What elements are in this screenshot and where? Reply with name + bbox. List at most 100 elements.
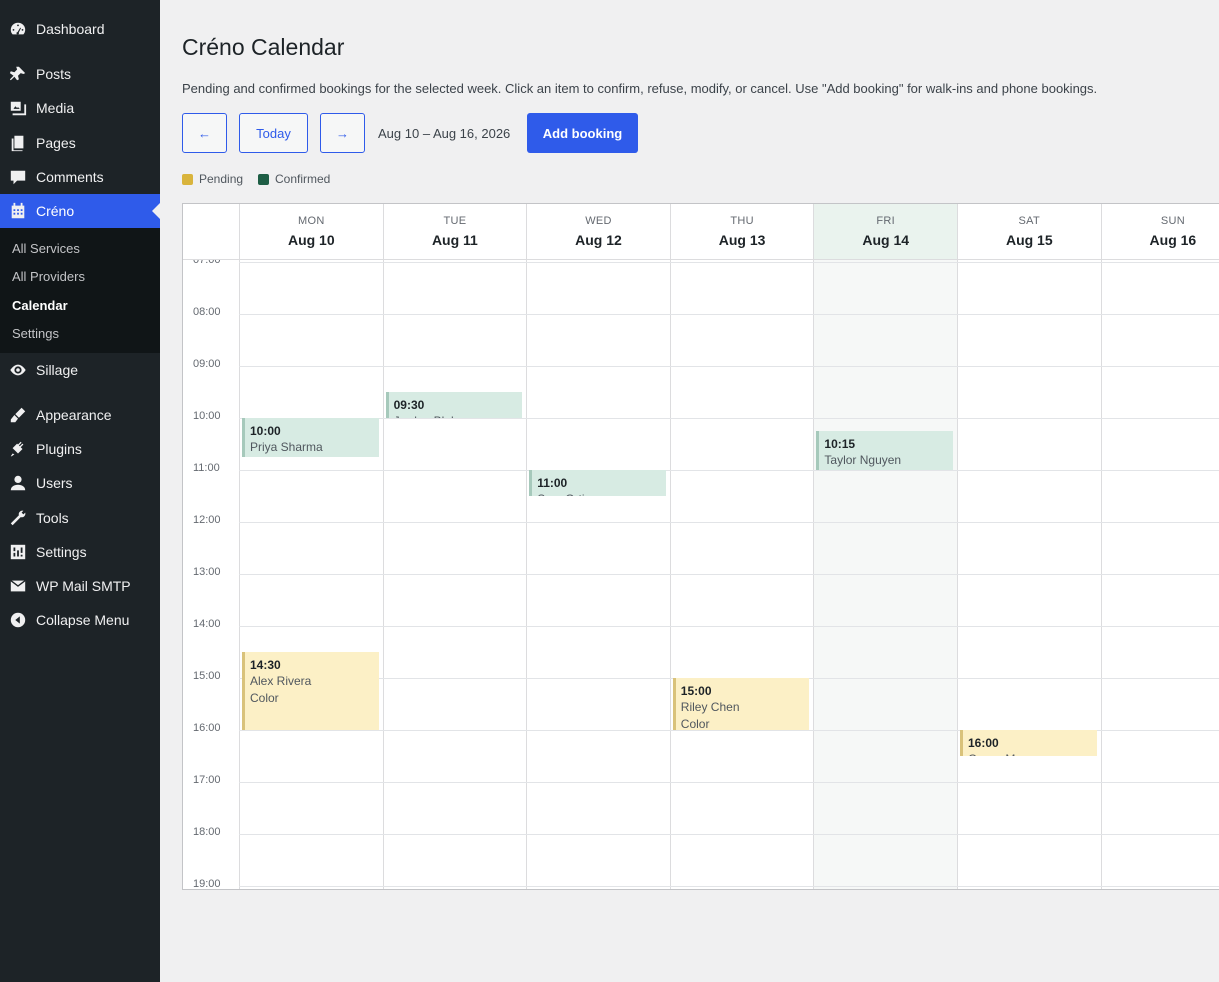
menu-item-posts[interactable]: Posts bbox=[0, 57, 160, 91]
menu-item-wp-mail-smtp[interactable]: WP Mail SMTP bbox=[0, 569, 160, 603]
time-label: 08:00 bbox=[193, 306, 221, 318]
legend-pending: Pending bbox=[182, 172, 243, 186]
menu-item-creno[interactable]: Créno bbox=[0, 194, 160, 228]
booking-client: Jordan Blake bbox=[394, 413, 523, 418]
day-column-thu[interactable] bbox=[669, 260, 814, 889]
settings-icon bbox=[8, 542, 28, 562]
time-label: 11:00 bbox=[193, 462, 220, 474]
hour-gridline bbox=[239, 574, 1219, 575]
day-date: Aug 10 bbox=[287, 232, 335, 248]
booking-pending[interactable]: 14:30 Alex Rivera Color bbox=[242, 652, 379, 730]
menu-label: Appearance bbox=[36, 407, 112, 423]
submenu-all-providers[interactable]: All Providers bbox=[12, 269, 85, 284]
booking-pending[interactable]: 15:00 Riley Chen Color bbox=[672, 678, 810, 730]
menu-label: Créno bbox=[36, 203, 75, 219]
hour-gridline bbox=[239, 886, 1219, 887]
hour-gridline bbox=[239, 626, 1219, 627]
time-label: 09:00 bbox=[193, 358, 221, 370]
hour-gridline bbox=[239, 366, 1219, 367]
legend-pending-label: Pending bbox=[199, 172, 244, 186]
menu-item-plugins[interactable]: Plugins bbox=[0, 432, 160, 466]
menu-label: Sillage bbox=[36, 362, 79, 378]
pages-icon bbox=[8, 133, 28, 153]
hour-gridline bbox=[239, 522, 1219, 523]
eye-icon bbox=[8, 360, 28, 380]
menu-label: Comments bbox=[36, 169, 104, 185]
legend-confirmed: Confirmed bbox=[258, 172, 330, 186]
day-date: Aug 14 bbox=[862, 232, 910, 248]
menu-label: Plugins bbox=[36, 441, 82, 457]
booking-client: Riley Chen bbox=[680, 700, 740, 714]
day-of-week: MON bbox=[298, 215, 325, 227]
hour-gridline bbox=[239, 834, 1219, 835]
day-date: Aug 13 bbox=[718, 232, 766, 248]
menu-item-media[interactable]: Media bbox=[0, 91, 160, 125]
day-of-week: SAT bbox=[1018, 215, 1041, 227]
menu-label: WP Mail SMTP bbox=[36, 578, 131, 594]
menu-label: Collapse Menu bbox=[36, 612, 130, 628]
today-button[interactable]: Today bbox=[239, 113, 308, 153]
booking-confirmed[interactable]: 10:15 Taylor Nguyen bbox=[816, 431, 953, 470]
menu-label: Settings bbox=[36, 544, 87, 560]
booking-pending[interactable]: 16:00Casey Moore bbox=[960, 730, 1097, 756]
submenu-calendar[interactable]: Calendar bbox=[12, 298, 68, 313]
submenu-settings[interactable]: Settings bbox=[12, 326, 59, 341]
time-label: 19:00 bbox=[193, 878, 221, 890]
day-of-week: THU bbox=[730, 215, 754, 227]
week-calendar: 07:00 08:00 09:00 10:00 11:00 12:00 13:00 14:00… bbox=[182, 203, 1219, 890]
menu-item-tools[interactable]: Tools bbox=[0, 501, 160, 535]
pin-icon bbox=[8, 64, 28, 84]
booking-confirmed[interactable]: 09:30Jordan Blake bbox=[385, 392, 523, 418]
menu-item-comments[interactable]: Comments bbox=[0, 160, 160, 194]
booking-time: 10:00 bbox=[250, 424, 281, 438]
wrench-icon bbox=[8, 508, 28, 528]
menu-label: Pages bbox=[36, 135, 76, 151]
prev-week-button[interactable]: ← bbox=[182, 113, 227, 153]
day-of-week: SUN bbox=[1160, 215, 1185, 227]
day-column-wed[interactable] bbox=[526, 260, 670, 889]
submenu-all-services[interactable]: All Services bbox=[12, 241, 80, 256]
pending-swatch bbox=[182, 173, 193, 185]
day-column-tue[interactable] bbox=[382, 260, 527, 889]
add-booking-button[interactable]: Add booking bbox=[527, 113, 638, 153]
collapse-icon bbox=[8, 610, 28, 630]
next-week-button[interactable]: → bbox=[320, 113, 365, 153]
calendar-header: MON Aug 10 TUE Aug 11 WED Aug 12 THU Aug 13 FRI A… bbox=[183, 204, 1219, 260]
menu-item-appearance[interactable]: Appearance bbox=[0, 398, 160, 432]
user-icon bbox=[8, 473, 28, 493]
time-label: 14:00 bbox=[193, 618, 221, 630]
menu-item-dashboard[interactable]: Dashboard bbox=[0, 12, 160, 46]
day-header-mon: MON Aug 10 bbox=[239, 204, 383, 259]
booking-client: Priya Sharma bbox=[250, 440, 323, 454]
calendar-icon bbox=[8, 201, 28, 221]
comment-icon bbox=[8, 167, 28, 187]
day-header-fri: FRI Aug 14 bbox=[813, 204, 957, 259]
menu-item-collapse[interactable]: Collapse Menu bbox=[0, 603, 160, 637]
day-column-sun[interactable] bbox=[1100, 260, 1219, 889]
booking-time: 11:00 bbox=[537, 476, 568, 490]
menu-item-settings[interactable]: Settings bbox=[0, 535, 160, 569]
booking-confirmed[interactable]: 11:00Sam Ortiz bbox=[529, 470, 666, 496]
day-of-week: FRI bbox=[876, 215, 895, 227]
day-of-week: WED bbox=[585, 215, 612, 227]
menu-label: Tools bbox=[36, 510, 69, 526]
menu-item-pages[interactable]: Pages bbox=[0, 126, 160, 160]
menu-item-users[interactable]: Users bbox=[0, 466, 160, 500]
media-icon bbox=[8, 98, 28, 118]
booking-confirmed[interactable]: 10:00 Priya Sharma bbox=[242, 418, 379, 457]
time-label: 12:00 bbox=[193, 514, 221, 526]
week-range-label: Aug 10 – Aug 16, 2026 bbox=[378, 126, 511, 141]
hour-gridline bbox=[239, 314, 1219, 315]
booking-service: Color bbox=[250, 691, 279, 705]
booking-client: Taylor Nguyen bbox=[824, 453, 902, 467]
brush-icon bbox=[8, 405, 28, 425]
day-column-mon[interactable] bbox=[239, 260, 383, 889]
day-column-sat[interactable] bbox=[957, 260, 1101, 889]
day-column-fri[interactable] bbox=[813, 260, 957, 889]
menu-label: Users bbox=[36, 475, 73, 491]
legend-confirmed-label: Confirmed bbox=[275, 172, 331, 186]
menu-item-sillage[interactable]: Sillage bbox=[0, 353, 160, 387]
time-label: 13:00 bbox=[193, 566, 221, 578]
menu-label: Media bbox=[36, 100, 75, 116]
day-header-wed: WED Aug 12 bbox=[526, 204, 670, 259]
